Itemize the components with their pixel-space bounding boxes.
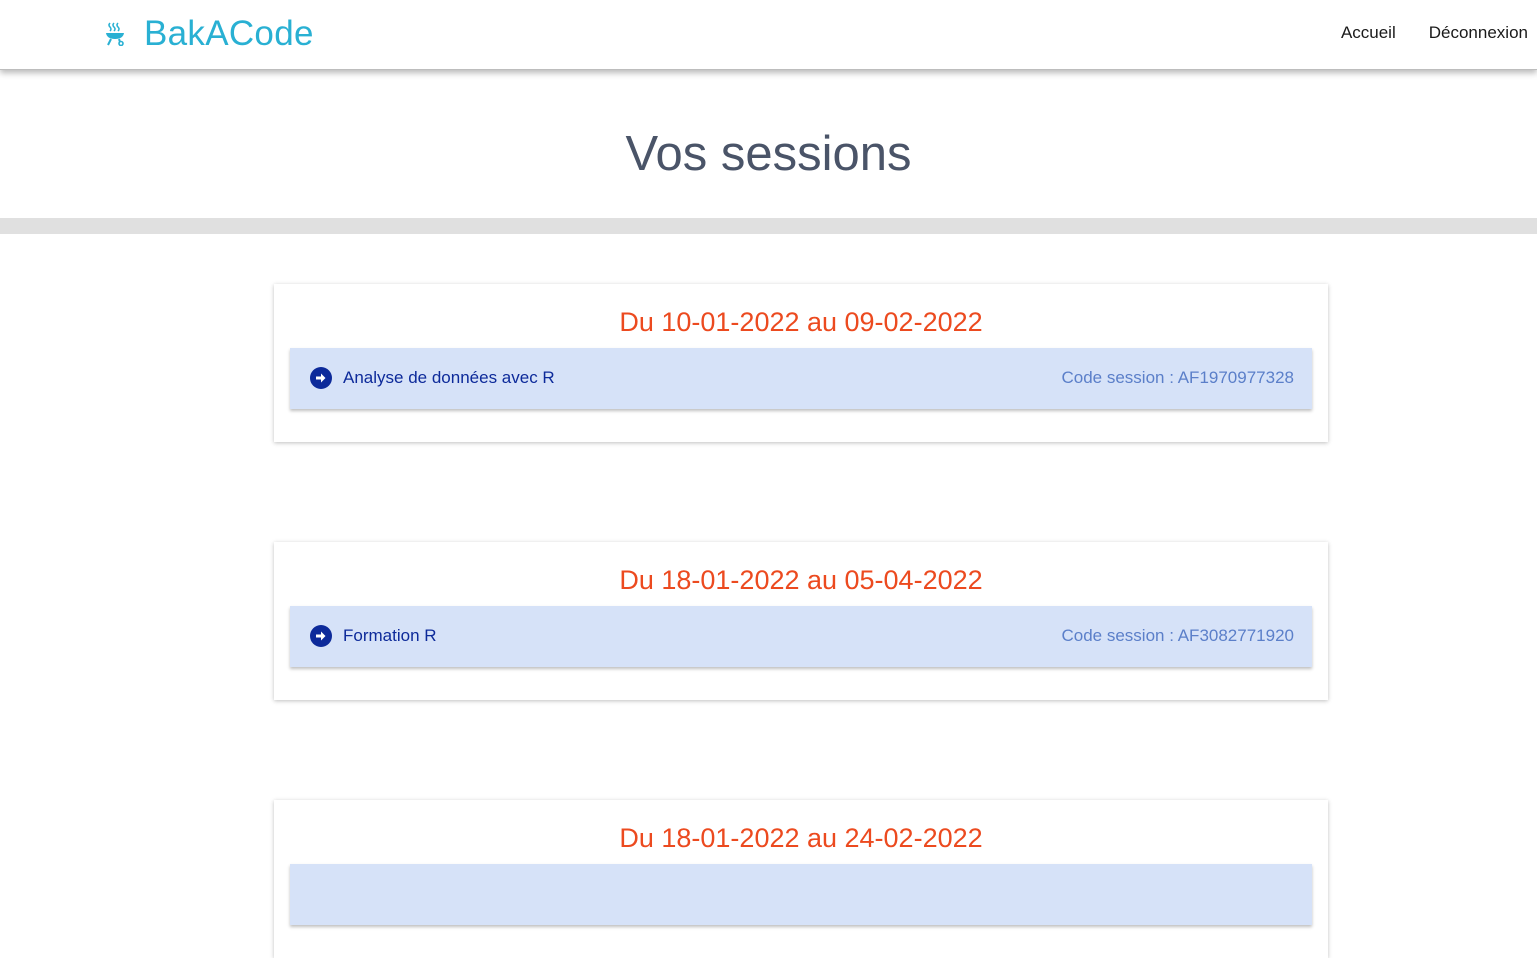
page-title: Vos sessions — [625, 127, 912, 181]
session-code: Code session : AF1970977328 — [1061, 368, 1294, 387]
nav-links: Accueil Déconnexion — [1308, 22, 1528, 44]
page-header: Vos sessions — [0, 78, 1537, 234]
brand-link[interactable]: BakACode — [104, 12, 314, 56]
session-date-range: Du 10-01-2022 au 09-02-2022 — [619, 307, 983, 337]
nav-link-accueil[interactable]: Accueil — [1341, 22, 1396, 44]
arrow-right-circle-icon — [310, 625, 332, 647]
session-row[interactable]: Formation R Code session : AF3082771920 — [290, 606, 1312, 667]
session-card: Du 18-01-2022 au 05-04-2022 Formation R … — [274, 542, 1328, 700]
session-card: Du 10-01-2022 au 09-02-2022 Analyse de d… — [274, 284, 1328, 442]
arrow-right-circle-icon — [310, 367, 332, 389]
session-row[interactable]: Analyse de données avec R Code session :… — [290, 348, 1312, 409]
bbq-grill-icon — [104, 22, 126, 47]
nav-link-deconnexion[interactable]: Déconnexion — [1429, 22, 1528, 44]
session-date-range: Du 18-01-2022 au 05-04-2022 — [619, 565, 983, 595]
session-card: Du 18-01-2022 au 24-02-2022 — [274, 800, 1328, 958]
session-name: Formation R — [343, 626, 437, 645]
top-navbar: BakACode Accueil Déconnexion — [0, 0, 1537, 70]
brand-name: BakACode — [144, 14, 314, 53]
session-date-range: Du 18-01-2022 au 24-02-2022 — [619, 823, 983, 853]
session-name: Analyse de données avec R — [343, 368, 555, 387]
session-row[interactable] — [290, 864, 1312, 925]
session-code: Code session : AF3082771920 — [1061, 626, 1294, 645]
